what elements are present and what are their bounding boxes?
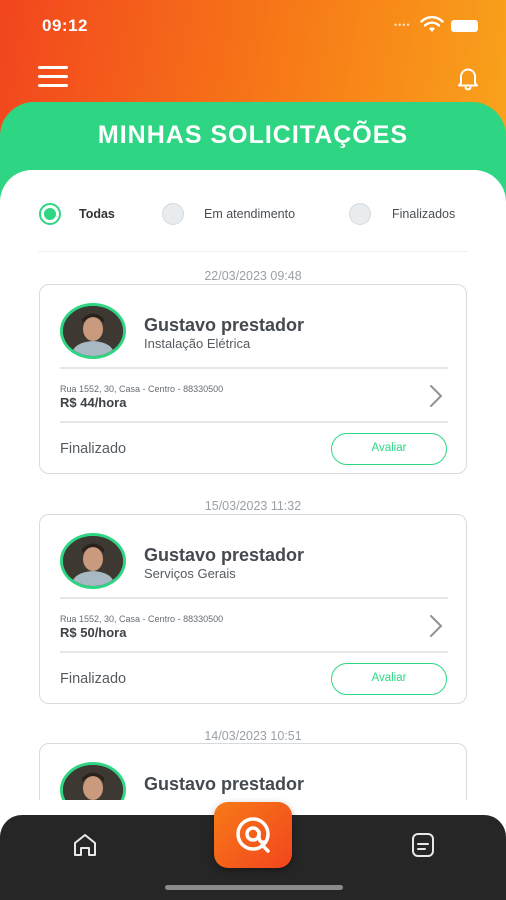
home-indicator — [165, 885, 343, 890]
filter-finalizados[interactable]: Finalizados — [349, 200, 455, 228]
avaliar-button[interactable]: Avaliar — [331, 663, 447, 695]
request-date: 22/03/2023 09:48 — [204, 269, 302, 283]
radio-unselected-icon[interactable] — [349, 203, 371, 225]
divider — [60, 421, 448, 423]
provider-name: Gustavo prestador — [144, 315, 305, 335]
at-sign-button[interactable] — [214, 802, 292, 868]
status-bar: 09:12 •••• — [0, 16, 506, 38]
chevron-right-icon[interactable] — [428, 384, 444, 408]
provider-avatar — [60, 762, 126, 800]
home-icon[interactable] — [70, 830, 100, 860]
at-sign-icon — [236, 817, 270, 853]
request-card[interactable]: Gustavo prestador — [39, 743, 467, 800]
service-type: Serviços Gerais — [144, 566, 236, 581]
divider — [60, 367, 448, 369]
service-price: R$ 50/hora — [60, 625, 127, 640]
request-card[interactable]: Gustavo prestador Instalação Elétrica Ru… — [39, 284, 467, 474]
filter-label: Finalizados — [392, 207, 456, 221]
filter-label: Todas — [79, 207, 115, 221]
radio-selected-icon[interactable] — [39, 203, 61, 225]
request-date: 15/03/2023 11:32 — [204, 499, 302, 513]
service-address: Rua 1552, 30, Casa - Centro - 88330500 — [60, 384, 224, 394]
divider — [60, 597, 448, 599]
status-time: 09:12 — [42, 16, 88, 35]
wifi-icon — [420, 16, 444, 32]
service-type: Instalação Elétrica — [144, 336, 251, 351]
filter-group: Todas Em atendimento Finalizados — [0, 200, 506, 228]
provider-avatar — [60, 303, 126, 359]
filter-em-atendimento[interactable]: Em atendimento — [162, 200, 295, 228]
bell-icon[interactable] — [454, 64, 482, 92]
provider-avatar — [60, 533, 126, 589]
request-status: Finalizado — [60, 671, 127, 687]
service-price: R$ 44/hora — [60, 395, 127, 410]
request-status: Finalizado — [60, 441, 127, 457]
filter-todas[interactable]: Todas — [39, 200, 115, 228]
service-address: Rua 1552, 30, Casa - Centro - 88330500 — [60, 614, 224, 624]
avaliar-button[interactable]: Avaliar — [331, 433, 447, 465]
requests-panel: Todas Em atendimento Finalizados 22/03/2… — [0, 170, 506, 800]
hamburger-menu-icon[interactable] — [38, 66, 68, 88]
document-icon[interactable] — [408, 830, 438, 860]
filter-label: Em atendimento — [204, 207, 296, 221]
cellular-signal-icon: •••• — [394, 20, 411, 30]
divider — [38, 251, 468, 252]
battery-icon — [451, 20, 478, 32]
request-date: 14/03/2023 10:51 — [204, 729, 302, 743]
request-card[interactable]: Gustavo prestador Serviços Gerais Rua 15… — [39, 514, 467, 704]
page-title: MINHAS SOLICITAÇÕES — [97, 121, 409, 149]
provider-name: Gustavo prestador — [144, 545, 305, 565]
radio-unselected-icon[interactable] — [162, 203, 184, 225]
chevron-right-icon[interactable] — [428, 614, 444, 638]
divider — [60, 651, 448, 653]
provider-name: Gustavo prestador — [144, 774, 305, 794]
